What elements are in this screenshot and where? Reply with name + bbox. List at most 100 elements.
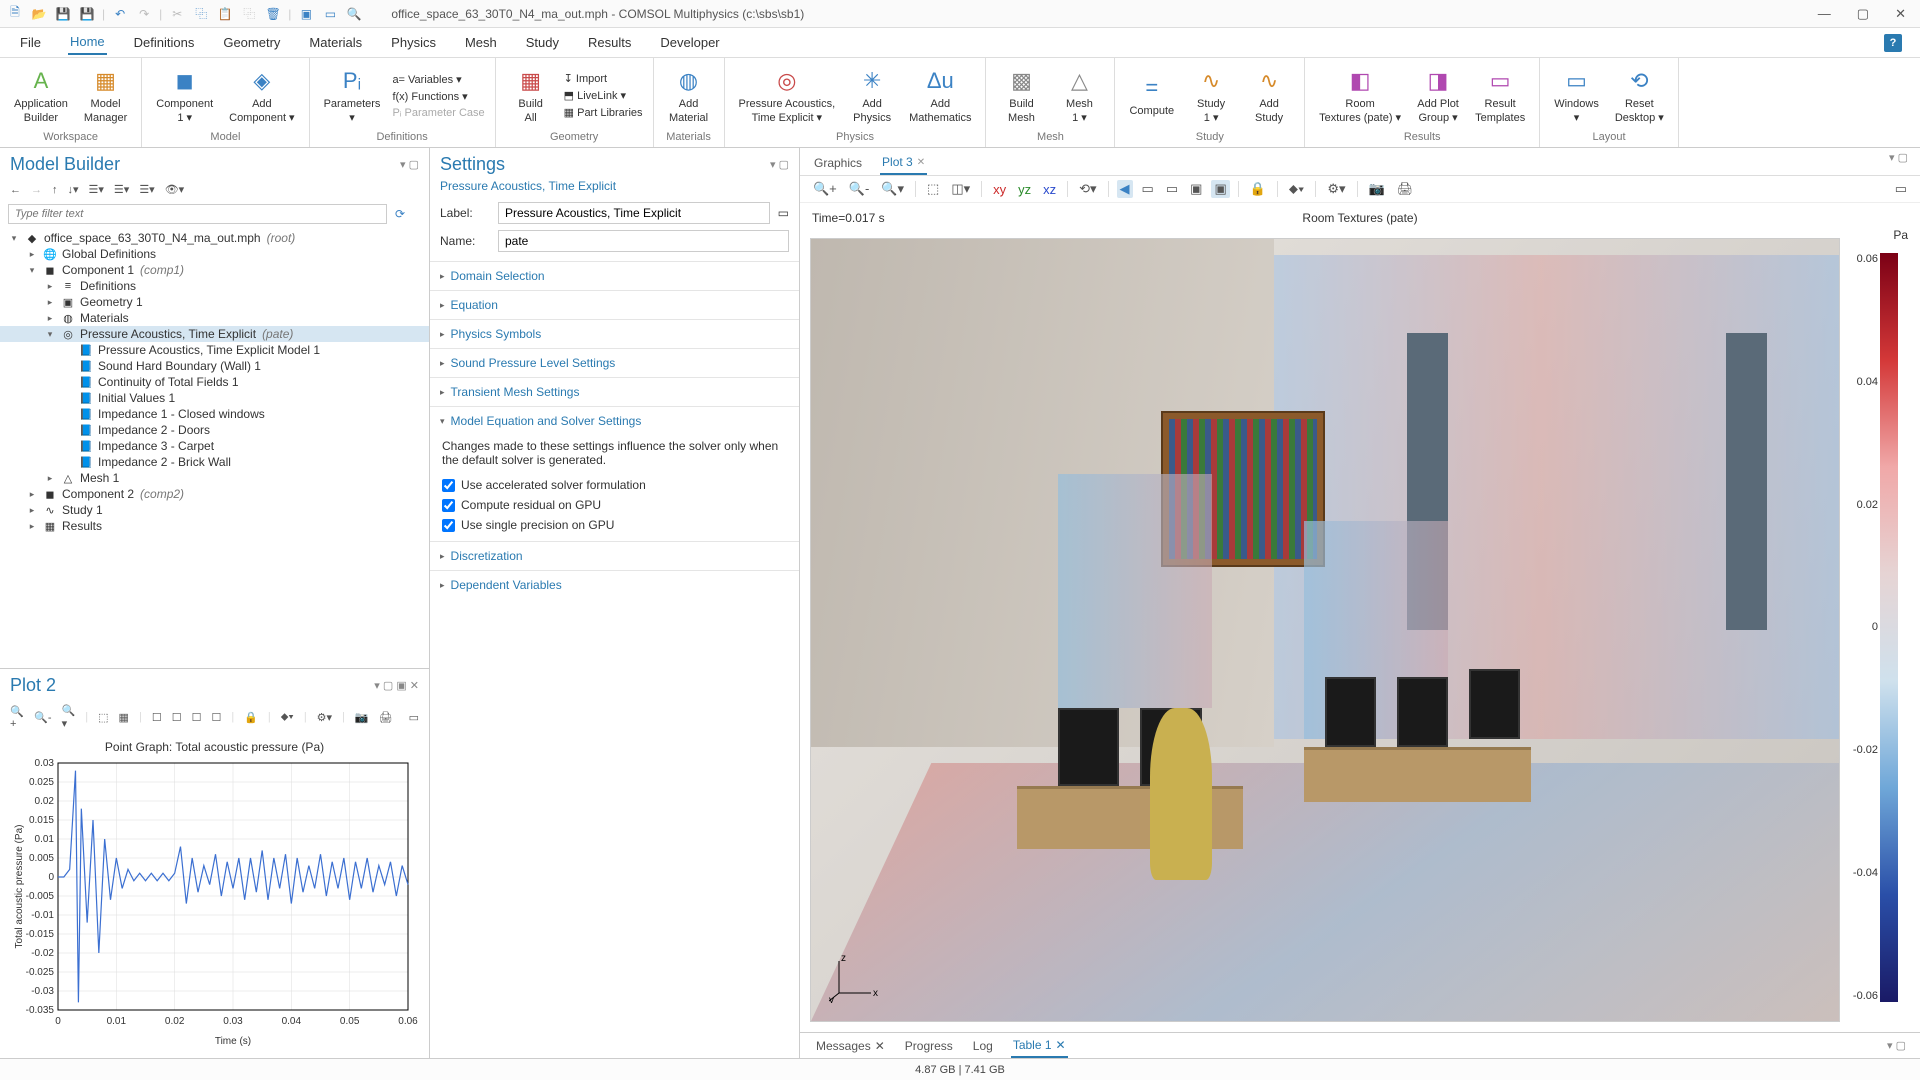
- section-header[interactable]: ▸Physics Symbols: [430, 319, 799, 348]
- ribbon-small[interactable]: f(x) Functions ▾: [392, 89, 484, 104]
- ribbon-btn[interactable]: ◨Add Plot Group ▾: [1413, 64, 1463, 126]
- section-header[interactable]: ▸Sound Pressure Level Settings: [430, 348, 799, 377]
- grid-icon[interactable]: ⬚: [924, 180, 942, 198]
- camera-icon[interactable]: 📷: [1366, 180, 1388, 198]
- close-icon[interactable]: ✕: [917, 157, 925, 168]
- zoomin-icon[interactable]: 🔍+: [810, 180, 840, 198]
- checkbox-row[interactable]: Use single precision on GPU: [430, 515, 799, 535]
- collapse-icon[interactable]: ☰▾: [112, 181, 131, 198]
- tree-node[interactable]: ▾◼Component 1(comp1): [0, 262, 429, 278]
- undo-icon[interactable]: ↶: [111, 5, 129, 23]
- panel-menu[interactable]: ▾ ▢: [400, 158, 419, 171]
- close-button[interactable]: ✕: [1887, 4, 1914, 24]
- zoomfit-icon[interactable]: 🔍▾: [60, 702, 78, 732]
- gear-icon[interactable]: ⚙▾: [315, 709, 334, 726]
- tab-physics[interactable]: Physics: [389, 31, 438, 54]
- rotate-icon[interactable]: ⟲▾: [1076, 180, 1099, 198]
- checkbox[interactable]: [442, 479, 455, 492]
- ribbon-small[interactable]: ↧ Import: [564, 71, 643, 86]
- tree-node[interactable]: 📘Impedance 2 - Brick Wall: [0, 454, 429, 470]
- checkbox-row[interactable]: Compute residual on GPU: [430, 495, 799, 515]
- tree-node[interactable]: ▾◎Pressure Acoustics, Time Explicit(pate…: [0, 326, 429, 342]
- tree-node[interactable]: ▸∿Study 1: [0, 502, 429, 518]
- ribbon-btn[interactable]: AApplication Builder: [10, 64, 72, 126]
- tab-study[interactable]: Study: [524, 31, 561, 54]
- sel3-icon[interactable]: ☐: [190, 709, 204, 726]
- checkbox[interactable]: [442, 499, 455, 512]
- box3-icon[interactable]: ▣: [1187, 180, 1205, 198]
- tree-node[interactable]: 📘Initial Values 1: [0, 390, 429, 406]
- select-icon[interactable]: ◀: [1117, 180, 1133, 198]
- ribbon-small[interactable]: ⬒ LiveLink ▾: [564, 88, 643, 103]
- xz-icon[interactable]: xz: [1040, 181, 1059, 198]
- tree-node[interactable]: ▸≡Definitions: [0, 278, 429, 294]
- sel4-icon[interactable]: ☐: [209, 709, 223, 726]
- tree-node[interactable]: ▸▦Results: [0, 518, 429, 534]
- lock-icon[interactable]: 🔒: [1247, 180, 1269, 198]
- tab-developer[interactable]: Developer: [658, 31, 721, 54]
- find-icon[interactable]: 🔍: [345, 5, 363, 23]
- tab-results[interactable]: Results: [586, 31, 633, 54]
- xy-icon[interactable]: xy: [990, 181, 1009, 198]
- panel-ctl[interactable]: ▾ ▢: [1889, 151, 1908, 175]
- showhide-icon[interactable]: ☰▾: [87, 181, 106, 198]
- maximize-button[interactable]: ▢: [1849, 4, 1877, 24]
- expand-icon[interactable]: ☰▾: [137, 181, 156, 198]
- tree-node[interactable]: 📘Impedance 2 - Doors: [0, 422, 429, 438]
- ribbon-btn[interactable]: PᵢParameters ▾: [320, 64, 385, 126]
- tree-node[interactable]: 📘Sound Hard Boundary (Wall) 1: [0, 358, 429, 374]
- tree-node[interactable]: ▸△Mesh 1: [0, 470, 429, 486]
- gear-icon[interactable]: ⚙▾: [1324, 180, 1348, 198]
- dup-icon[interactable]: ⿻: [240, 5, 258, 23]
- sel2-icon[interactable]: ☐: [170, 709, 184, 726]
- zoomext-icon[interactable]: 🔍▾: [878, 180, 907, 198]
- name-input[interactable]: [498, 230, 789, 252]
- model-tree[interactable]: ▾◆ office_space_63_30T0_N4_ma_out.mph (r…: [0, 228, 429, 668]
- tree-node[interactable]: ▸◼Component 2(comp2): [0, 486, 429, 502]
- tree-node[interactable]: ▸🌐Global Definitions: [0, 246, 429, 262]
- sel1-icon[interactable]: ☐: [150, 709, 164, 726]
- box2-icon[interactable]: ▭: [1163, 180, 1181, 198]
- room-3d-scene[interactable]: zxy: [810, 238, 1840, 1022]
- down-icon[interactable]: ↓▾: [66, 181, 81, 198]
- checkbox[interactable]: [442, 519, 455, 532]
- ribbon-btn[interactable]: ▭Result Templates: [1471, 64, 1529, 126]
- ribbon-btn[interactable]: ▭Windows ▾: [1550, 64, 1603, 126]
- tree-node[interactable]: 📘Continuity of Total Fields 1: [0, 374, 429, 390]
- section-header[interactable]: ▸Equation: [430, 290, 799, 319]
- box-icon[interactable]: ▭: [1139, 180, 1157, 198]
- ribbon-btn[interactable]: =Compute: [1125, 71, 1178, 120]
- ribbon-small[interactable]: a= Variables ▾: [392, 72, 484, 87]
- ribbon-btn[interactable]: ◈Add Component ▾: [225, 64, 298, 126]
- zoomcorner-icon[interactable]: ▭: [407, 709, 421, 726]
- tree-node[interactable]: 📘Pressure Acoustics, Time Explicit Model…: [0, 342, 429, 358]
- saveall-icon[interactable]: 💾: [78, 5, 96, 23]
- tab-materials[interactable]: Materials: [307, 31, 364, 54]
- zoomout-icon[interactable]: 🔍-: [32, 709, 53, 726]
- tree-node[interactable]: ▸◍Materials: [0, 310, 429, 326]
- ribbon-btn[interactable]: ▦Build All: [506, 64, 556, 126]
- ribbon-btn[interactable]: ◼Component 1 ▾: [152, 64, 217, 126]
- ribbon-btn[interactable]: ✳Add Physics: [847, 64, 897, 126]
- redo-icon[interactable]: ↷: [135, 5, 153, 23]
- tab-table1[interactable]: Table 1✕: [1011, 1034, 1068, 1058]
- panel-ctl[interactable]: ▾ ▢ ▣ ✕: [374, 679, 419, 692]
- zoomin-icon[interactable]: 🔍+: [8, 703, 26, 732]
- eye-icon[interactable]: 👁▾: [163, 181, 187, 198]
- ribbon-btn[interactable]: ▦Model Manager: [80, 64, 131, 126]
- zoomout-icon[interactable]: 🔍-: [846, 180, 873, 198]
- tree-node[interactable]: 📘Impedance 3 - Carpet: [0, 438, 429, 454]
- views-icon[interactable]: ◫▾: [948, 180, 973, 198]
- panel-ctl[interactable]: ▾ ▢: [1887, 1039, 1906, 1052]
- ribbon-btn[interactable]: ∿Study 1 ▾: [1186, 64, 1236, 126]
- marker-icon[interactable]: ⬥▾: [1286, 180, 1307, 198]
- delete-icon[interactable]: 🗑: [264, 5, 282, 23]
- ribbon-small[interactable]: Pᵢ Parameter Case: [392, 106, 484, 120]
- tab-file[interactable]: File: [18, 31, 43, 54]
- yz-icon[interactable]: yz: [1015, 181, 1034, 198]
- tab-geometry[interactable]: Geometry: [221, 31, 282, 54]
- new-icon[interactable]: 🗎: [6, 5, 24, 23]
- paste-icon[interactable]: 📋: [216, 5, 234, 23]
- up-icon[interactable]: ↑: [50, 182, 60, 198]
- section-header[interactable]: ▸Dependent Variables: [430, 570, 799, 599]
